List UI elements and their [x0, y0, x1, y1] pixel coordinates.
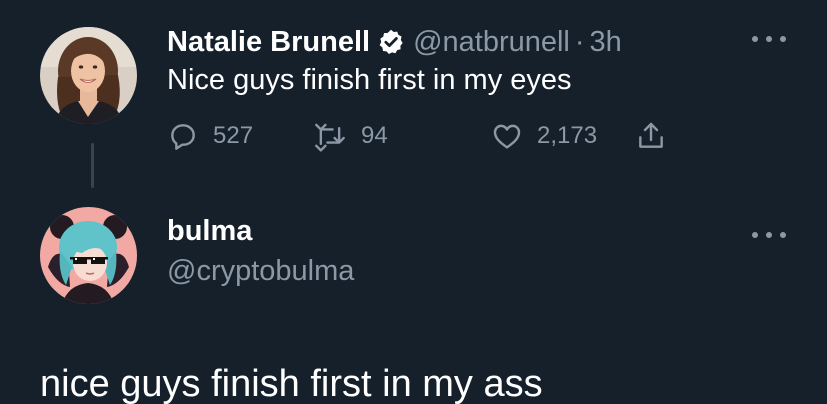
- more-dot: [766, 232, 772, 238]
- display-name[interactable]: Natalie Brunell: [167, 26, 370, 59]
- more-dot: [780, 36, 786, 42]
- like-count: 2,173: [537, 122, 598, 149]
- heart-icon: [491, 120, 523, 152]
- more-dot: [752, 36, 758, 42]
- user-handle[interactable]: @natbrunell: [413, 26, 570, 59]
- more-dot: [766, 36, 772, 42]
- retweet-count: 94: [361, 122, 388, 149]
- like-button[interactable]: 2,173: [491, 118, 597, 154]
- reply-button[interactable]: 527: [167, 118, 253, 154]
- retweet-icon: [313, 120, 347, 152]
- thread-connector-line: [91, 143, 94, 188]
- timestamp[interactable]: 3h: [590, 26, 622, 59]
- more-options-icon[interactable]: [752, 228, 786, 242]
- tweet-thread: Natalie Brunell @natbrunell · 3h Nice gu…: [0, 0, 827, 404]
- reply-icon: [167, 120, 199, 152]
- avatar-bulma[interactable]: [40, 207, 137, 304]
- tweet-header: Natalie Brunell @natbrunell · 3h: [167, 22, 622, 62]
- tweet-actions: 527 94 2,173: [167, 118, 727, 154]
- share-button[interactable]: [635, 118, 667, 154]
- more-dot: [780, 232, 786, 238]
- separator-dot: ·: [574, 25, 585, 58]
- retweet-button[interactable]: 94: [313, 118, 388, 154]
- reply-text: nice guys finish first in my ass: [40, 363, 543, 404]
- tweet-text: Nice guys finish first in my eyes: [167, 64, 572, 96]
- verified-badge-icon: [377, 28, 405, 56]
- more-dot: [752, 232, 758, 238]
- avatar-natalie[interactable]: [40, 27, 137, 124]
- reply-display-name[interactable]: bulma: [167, 215, 252, 248]
- reply-count: 527: [213, 122, 254, 149]
- more-options-icon[interactable]: [752, 32, 786, 46]
- reply-user-handle[interactable]: @cryptobulma: [167, 255, 354, 288]
- share-icon: [635, 120, 667, 152]
